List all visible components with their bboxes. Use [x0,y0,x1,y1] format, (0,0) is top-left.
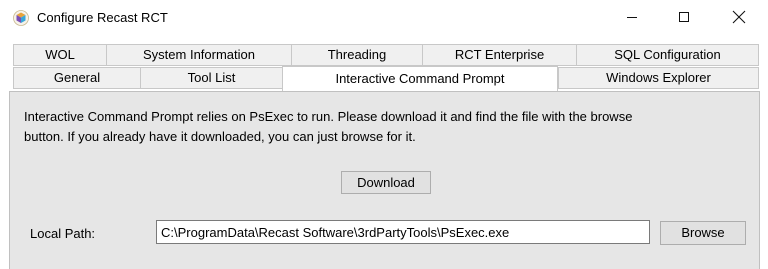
maximize-button[interactable] [661,0,707,34]
close-icon [732,10,746,24]
description-text: Interactive Command Prompt relies on PsE… [24,107,744,147]
title-bar[interactable]: Configure Recast RCT [0,0,768,36]
description-line-2: button. If you already have it downloade… [24,129,416,144]
tab-tool-list[interactable]: Tool List [140,67,283,89]
maximize-icon [679,12,689,22]
minimize-icon [627,17,637,18]
minimize-button[interactable] [609,0,655,34]
tab-sql-configuration[interactable]: SQL Configuration [576,44,759,66]
local-path-label: Local Path: [30,226,96,241]
recast-app-icon [13,10,29,26]
window-title: Configure Recast RCT [37,10,168,25]
tab-windows-explorer[interactable]: Windows Explorer [558,67,759,89]
local-path-input[interactable] [156,220,650,244]
configure-window: Configure Recast RCT WOL System Informat… [0,0,768,269]
tab-threading[interactable]: Threading [291,44,423,66]
tab-system-information[interactable]: System Information [106,44,292,66]
tab-general[interactable]: General [13,67,141,89]
tab-wol[interactable]: WOL [13,44,107,66]
close-button[interactable] [716,0,762,34]
interactive-command-prompt-panel: Interactive Command Prompt relies on PsE… [9,91,760,269]
tab-rct-enterprise[interactable]: RCT Enterprise [422,44,577,66]
browse-button[interactable]: Browse [660,221,746,245]
description-line-1: Interactive Command Prompt relies on PsE… [24,109,633,124]
tab-interactive-command-prompt[interactable]: Interactive Command Prompt [282,66,558,91]
download-button[interactable]: Download [341,171,431,194]
